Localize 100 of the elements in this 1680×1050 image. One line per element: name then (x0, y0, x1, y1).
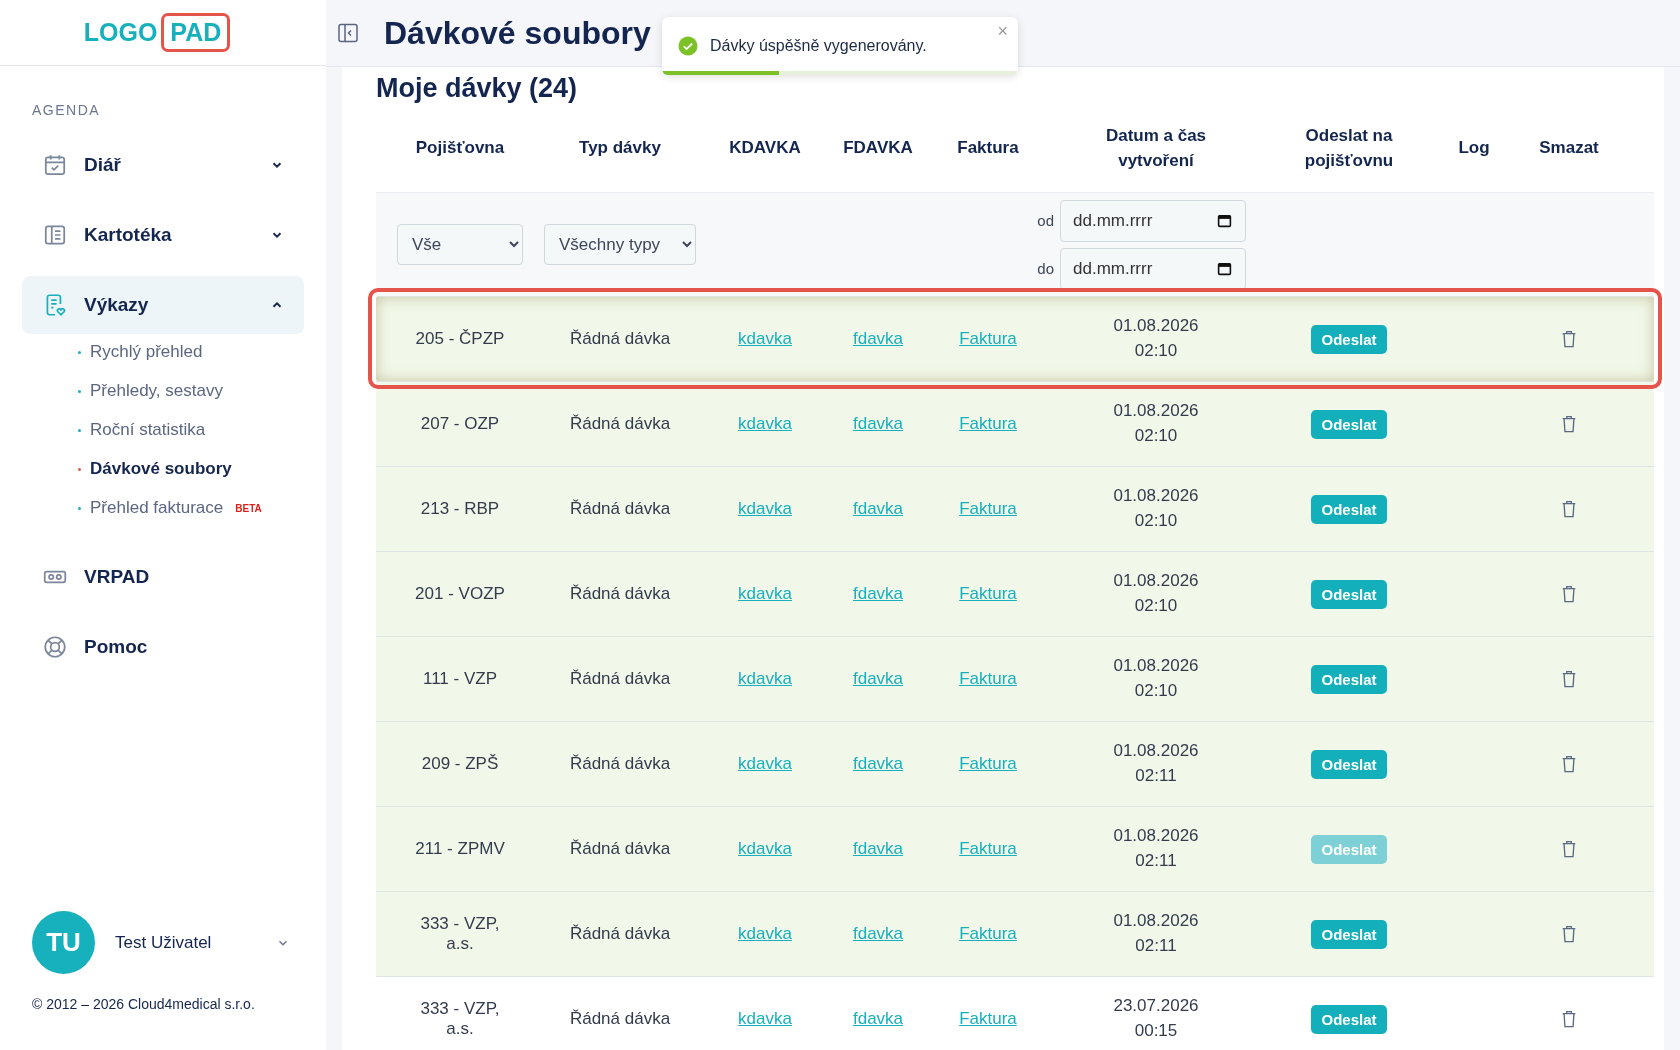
kdavka-link[interactable]: kdavka (738, 924, 792, 944)
column-header: Datum a čas vytvoření (1104, 124, 1208, 172)
submenu-item[interactable]: Přehledy, sestavy (90, 381, 223, 401)
time-text: 02:11 (1135, 850, 1177, 872)
fdavka-link[interactable]: fdavka (852, 924, 904, 944)
table-row[interactable]: 213 - RBP Řádná dávka kdavka fdavka Faktura 01.08.2026 02:10 Odeslat (376, 466, 1654, 551)
kdavka-link[interactable]: kdavka (738, 1009, 792, 1029)
invoice-link[interactable]: Faktura (959, 499, 1017, 519)
delete-icon[interactable] (1560, 499, 1578, 519)
delete-icon[interactable] (1560, 1009, 1578, 1029)
date-text: 01.08.2026 (1113, 485, 1199, 508)
to-label: do (1037, 260, 1054, 277)
date-text: 01.08.2026 (1113, 315, 1199, 338)
table-cell: Řádná dávka (569, 669, 671, 689)
logo-text: LOGO (83, 18, 158, 47)
section-label: AGENDA (32, 102, 102, 118)
date-text: 01.08.2026 (1113, 655, 1199, 678)
table-row[interactable]: 333 - VZP, a.s. Řádná dávka kdavka fdavka Faktura 01.08.2026 02:11 Odeslat (376, 891, 1654, 976)
table-cell: 201 - VOZP (415, 584, 505, 604)
send-button[interactable]: Odeslat (1311, 494, 1387, 524)
send-button[interactable]: Odeslat (1311, 664, 1387, 694)
table-row[interactable]: 211 - ZPMV Řádná dávka kdavka fdavka Faktura 01.08.2026 02:11 Odeslat (376, 806, 1654, 891)
send-button[interactable]: Odeslat (1311, 579, 1387, 609)
date-field[interactable]: dd.mm.rrrr (1060, 199, 1246, 242)
from-label: od (1037, 212, 1054, 229)
bullet-dot (78, 389, 81, 393)
table-cell: 205 - ČPZP (415, 329, 505, 349)
type-select[interactable]: Všechny typy (544, 224, 696, 265)
kdavka-link[interactable]: kdavka (738, 754, 792, 774)
column-header: FDAVKA (842, 137, 914, 160)
bullet-dot (78, 428, 81, 432)
invoice-link[interactable]: Faktura (959, 414, 1017, 434)
submenu-item[interactable]: Rychlý přehled (90, 342, 203, 362)
time-text: 02:11 (1135, 935, 1177, 957)
table-cell-text: 333 - VZP, a.s. (419, 999, 501, 1039)
submenu-item[interactable]: Roční statistika (90, 420, 206, 440)
submenu-item[interactable]: Dávkové soubory (90, 459, 232, 479)
delete-icon[interactable] (1560, 414, 1578, 434)
fdavka-link[interactable]: fdavka (852, 329, 904, 349)
nav-item[interactable]: Výkazy (22, 276, 304, 334)
table-cell: Řádná dávka (569, 414, 671, 434)
invoice-link[interactable]: Faktura (959, 1009, 1017, 1029)
invoice-link[interactable]: Faktura (959, 584, 1017, 604)
time-text: 02:10 (1134, 680, 1178, 702)
fdavka-link[interactable]: fdavka (852, 669, 904, 689)
table-row[interactable]: 207 - OZP Řádná dávka kdavka fdavka Faktura 01.08.2026 02:10 Odeslat (376, 381, 1654, 466)
date-field[interactable]: dd.mm.rrrr (1060, 247, 1246, 290)
book-icon (42, 222, 68, 248)
kdavka-link[interactable]: kdavka (738, 839, 792, 859)
bullet-dot (78, 350, 81, 354)
nav-item[interactable]: VRPAD (22, 548, 304, 606)
invoice-link[interactable]: Faktura (959, 669, 1017, 689)
send-button[interactable]: Odeslat (1311, 324, 1387, 354)
invoice-link[interactable]: Faktura (959, 924, 1017, 944)
kdavka-link[interactable]: kdavka (738, 414, 792, 434)
kdavka-link[interactable]: kdavka (738, 584, 792, 604)
delete-icon[interactable] (1560, 839, 1578, 859)
table-row[interactable]: 209 - ZPŠ Řádná dávka kdavka fdavka Faktura 01.08.2026 02:11 Odeslat (376, 721, 1654, 806)
sidebar-toggle-icon[interactable] (336, 21, 360, 45)
time-text: 02:11 (1135, 765, 1177, 787)
fdavka-link[interactable]: fdavka (852, 414, 904, 434)
kdavka-link[interactable]: kdavka (738, 329, 792, 349)
send-button[interactable]: Odeslat (1311, 409, 1387, 439)
bullet-dot (78, 467, 81, 471)
send-button[interactable]: Odeslat (1311, 1004, 1387, 1034)
fdavka-link[interactable]: fdavka (852, 754, 904, 774)
column-header: Typ dávky (578, 137, 662, 160)
nav-item[interactable]: Diář (22, 136, 304, 194)
delete-icon[interactable] (1560, 754, 1578, 774)
nav-item[interactable]: Kartotéka (22, 206, 304, 264)
send-button[interactable]: Odeslat (1311, 749, 1387, 779)
kdavka-link[interactable]: kdavka (738, 499, 792, 519)
kdavka-link[interactable]: kdavka (738, 669, 792, 689)
column-header: Pojišťovna (414, 137, 506, 160)
insurer-select[interactable]: Vše (397, 224, 523, 265)
date-text: 23.07.2026 (1113, 995, 1199, 1018)
nav-item[interactable]: Pomoc (22, 618, 304, 676)
delete-icon[interactable] (1560, 329, 1578, 349)
date-text: 01.08.2026 (1113, 740, 1199, 763)
date-text: 01.08.2026 (1113, 910, 1199, 933)
table-row[interactable]: 201 - VOZP Řádná dávka kdavka fdavka Faktura 01.08.2026 02:10 Odeslat (376, 551, 1654, 636)
column-header: Odeslat na pojišťovnu (1303, 124, 1395, 172)
invoice-link[interactable]: Faktura (959, 839, 1017, 859)
table-cell: Řádná dávka (569, 1009, 671, 1029)
fdavka-link[interactable]: fdavka (852, 499, 904, 519)
table-cell: Řádná dávka (569, 839, 671, 859)
table-row[interactable]: 111 - VZP Řádná dávka kdavka fdavka Faktura 01.08.2026 02:10 Odeslat (376, 636, 1654, 721)
fdavka-link[interactable]: fdavka (852, 584, 904, 604)
bullet-dot (78, 506, 81, 510)
delete-icon[interactable] (1560, 584, 1578, 604)
invoice-link[interactable]: Faktura (959, 329, 1017, 349)
send-button[interactable]: Odeslat (1311, 919, 1387, 949)
fdavka-link[interactable]: fdavka (852, 839, 904, 859)
submenu-item[interactable]: Přehled fakturace (90, 498, 224, 518)
fdavka-link[interactable]: fdavka (852, 1009, 904, 1029)
user-menu[interactable]: TU Test Uživatel (32, 911, 294, 974)
delete-icon[interactable] (1560, 669, 1578, 689)
invoice-link[interactable]: Faktura (959, 754, 1017, 774)
close-button[interactable]: × (993, 21, 1012, 42)
delete-icon[interactable] (1560, 924, 1578, 944)
